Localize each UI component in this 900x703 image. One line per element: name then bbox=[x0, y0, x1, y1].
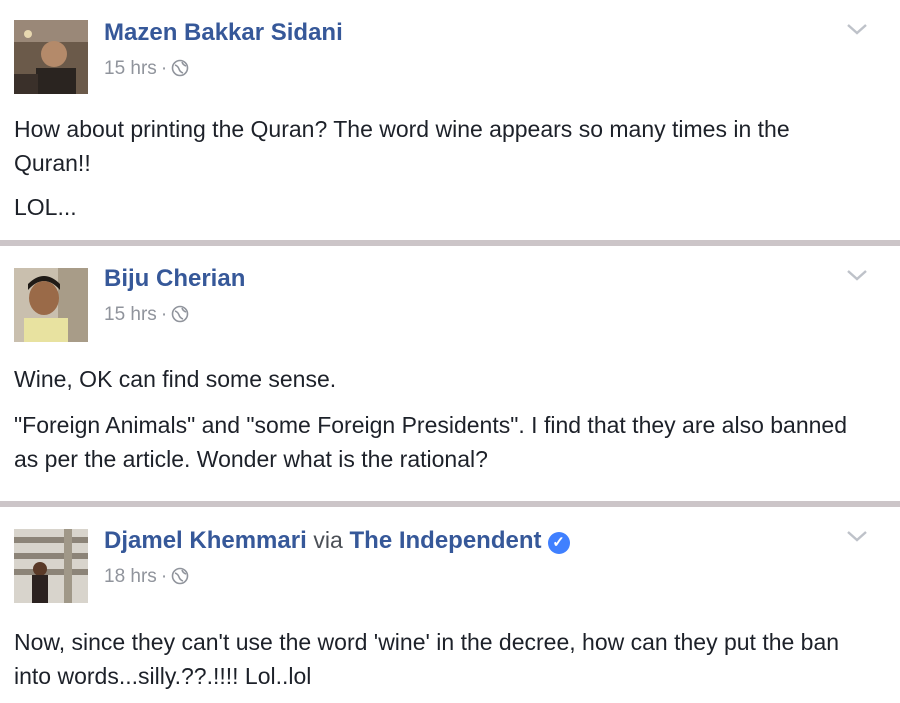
comment-text: How about printing the Quran? The word w… bbox=[14, 112, 860, 234]
avatar[interactable] bbox=[14, 20, 88, 94]
comment-paragraph: LOL... bbox=[14, 194, 77, 220]
comment-paragraph: Now, since they can't use the word 'wine… bbox=[14, 629, 840, 689]
author-name-link[interactable]: Djamel Khemmari bbox=[104, 527, 307, 554]
chevron-down-icon[interactable] bbox=[846, 268, 868, 282]
comment-meta: Djamel Khemmari via The Independent ✓ 18 … bbox=[104, 525, 570, 591]
comment-header: Biju Cherian 15 hrs · bbox=[14, 246, 886, 342]
comment-paragraph: "Foreign Animals" and "some Foreign Pres… bbox=[14, 412, 848, 472]
timestamp-link[interactable]: 15 hrs bbox=[104, 58, 157, 79]
page-name-link[interactable]: The Independent bbox=[350, 527, 542, 554]
comment-card: Biju Cherian 15 hrs · Wine, OK can find s… bbox=[0, 246, 900, 501]
comment-meta: Mazen Bakkar Sidani 15 hrs · bbox=[104, 18, 343, 83]
timestamp-link[interactable]: 15 hrs bbox=[104, 304, 157, 325]
chevron-down-icon[interactable] bbox=[846, 22, 868, 36]
comment-text: Wine, OK can find some sense. "Foreign A… bbox=[14, 362, 860, 486]
via-text: via bbox=[313, 527, 343, 553]
author-name-link[interactable]: Mazen Bakkar Sidani bbox=[104, 19, 343, 46]
timestamp-row: 15 hrs · bbox=[104, 58, 343, 83]
globe-icon bbox=[171, 59, 189, 83]
timestamp-row: 18 hrs · bbox=[104, 566, 570, 591]
timestamp-link[interactable]: 18 hrs bbox=[104, 566, 157, 587]
timestamp-row: 15 hrs · bbox=[104, 304, 245, 329]
separator-dot: · bbox=[160, 58, 168, 79]
verified-badge-icon: ✓ bbox=[547, 532, 570, 554]
comment-card: Djamel Khemmari via The Independent ✓ 18 … bbox=[0, 507, 900, 701]
avatar[interactable] bbox=[14, 529, 88, 603]
avatar[interactable] bbox=[14, 268, 88, 342]
comment-paragraph: Wine, OK can find some sense. bbox=[14, 366, 337, 392]
chevron-down-icon[interactable] bbox=[846, 529, 868, 543]
separator-dot: · bbox=[160, 566, 168, 587]
comment-paragraph: How about printing the Quran? The word w… bbox=[14, 116, 790, 176]
globe-icon bbox=[171, 567, 189, 591]
comment-header: Mazen Bakkar Sidani 15 hrs · bbox=[14, 0, 886, 94]
globe-icon bbox=[171, 305, 189, 329]
comment-card: Mazen Bakkar Sidani 15 hrs · How about pr… bbox=[0, 0, 900, 240]
comment-meta: Biju Cherian 15 hrs · bbox=[104, 264, 245, 329]
comment-header: Djamel Khemmari via The Independent ✓ 18 … bbox=[14, 507, 886, 603]
separator-dot: · bbox=[160, 304, 168, 325]
comment-text: Now, since they can't use the word 'wine… bbox=[14, 625, 860, 703]
author-name-link[interactable]: Biju Cherian bbox=[104, 265, 245, 292]
